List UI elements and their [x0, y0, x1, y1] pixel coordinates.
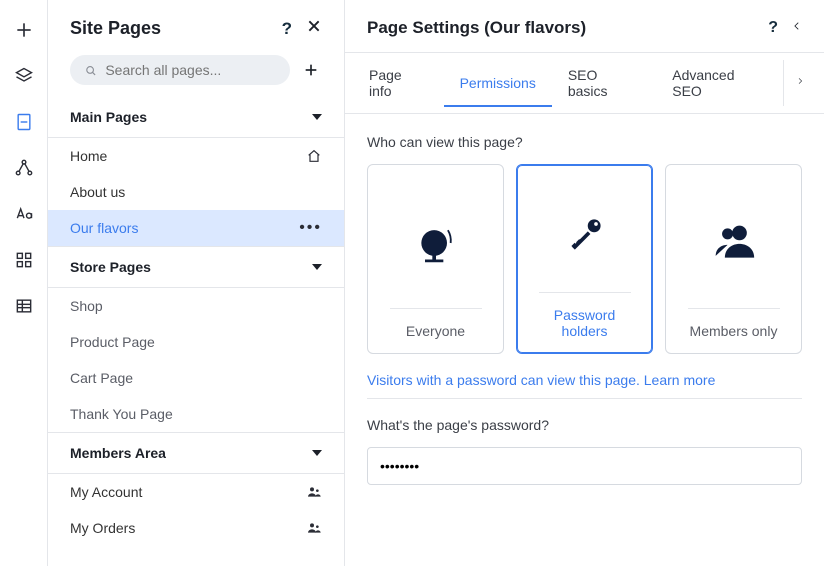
tool-rail — [0, 0, 48, 566]
page-item-product[interactable]: Product Page — [48, 324, 344, 360]
option-label: Everyone — [390, 308, 482, 339]
members-icon — [306, 520, 322, 536]
kebab-icon[interactable]: ••• — [299, 220, 322, 236]
option-label: Members only — [688, 308, 780, 339]
page-item-shop[interactable]: Shop — [48, 288, 344, 324]
page-settings-panel: Page Settings (Our flavors) ? Page info … — [344, 0, 824, 566]
search-input-wrap[interactable] — [70, 55, 290, 85]
divider — [367, 398, 802, 399]
section-store-pages[interactable]: Store Pages — [48, 246, 344, 288]
apps-icon[interactable] — [12, 248, 36, 272]
page-label: About us — [70, 184, 125, 200]
page-label: My Account — [70, 484, 142, 500]
caret-down-icon — [312, 450, 322, 456]
permission-description: Visitors with a password can view this p… — [367, 372, 802, 388]
password-question-label: What's the page's password? — [367, 417, 802, 433]
page-label: Our flavors — [70, 220, 138, 236]
home-icon — [306, 148, 322, 164]
connections-icon[interactable] — [12, 156, 36, 180]
page-settings-title: Page Settings (Our flavors) — [367, 18, 586, 38]
tab-permissions[interactable]: Permissions — [444, 61, 552, 107]
page-label: Cart Page — [70, 370, 133, 386]
help-icon[interactable]: ? — [282, 19, 292, 39]
globe-icon — [414, 177, 458, 308]
members-silhouette-icon — [712, 177, 756, 308]
page-item-thankyou[interactable]: Thank You Page — [48, 396, 344, 432]
caret-down-icon — [312, 264, 322, 270]
option-label: Password holders — [539, 292, 631, 339]
permission-options: Everyone Password holders Members only — [367, 164, 802, 354]
page-item-my-orders[interactable]: My Orders — [48, 510, 344, 546]
page-label: Thank You Page — [70, 406, 173, 422]
add-page-button[interactable] — [300, 59, 322, 81]
site-pages-panel: Site Pages ? Main Pages Home — [48, 0, 344, 566]
section-main-pages[interactable]: Main Pages — [48, 97, 344, 138]
learn-more-link[interactable]: Learn more — [644, 372, 716, 388]
members-icon — [306, 484, 322, 500]
section-members-area[interactable]: Members Area — [48, 432, 344, 474]
option-password-holders[interactable]: Password holders — [516, 164, 653, 354]
page-label: Product Page — [70, 334, 155, 350]
typography-icon[interactable] — [12, 202, 36, 226]
search-input[interactable] — [105, 62, 276, 78]
settings-tabs: Page info Permissions SEO basics Advance… — [345, 52, 824, 114]
collapse-panel-icon[interactable] — [792, 19, 802, 38]
page-icon[interactable] — [12, 110, 36, 134]
page-item-about[interactable]: About us — [48, 174, 344, 210]
tab-advanced-seo[interactable]: Advanced SEO — [656, 53, 783, 113]
who-can-view-label: Who can view this page? — [367, 134, 802, 150]
tab-page-info[interactable]: Page info — [353, 53, 444, 113]
page-password-input[interactable] — [367, 447, 802, 485]
option-members-only[interactable]: Members only — [665, 164, 802, 354]
page-label: Shop — [70, 298, 103, 314]
section-label: Members Area — [70, 445, 166, 461]
section-label: Main Pages — [70, 109, 147, 125]
help-icon[interactable]: ? — [768, 19, 778, 37]
page-item-our-flavors[interactable]: Our flavors ••• — [48, 210, 344, 246]
section-label: Store Pages — [70, 259, 151, 275]
site-pages-title: Site Pages — [70, 18, 161, 39]
page-item-my-account[interactable]: My Account — [48, 474, 344, 510]
close-icon[interactable] — [306, 18, 322, 39]
tabs-scroll-right[interactable] — [783, 60, 816, 106]
page-item-home[interactable]: Home — [48, 138, 344, 174]
key-icon — [563, 177, 607, 292]
page-item-cart[interactable]: Cart Page — [48, 360, 344, 396]
page-label: Home — [70, 148, 107, 164]
page-label: My Orders — [70, 520, 135, 536]
option-everyone[interactable]: Everyone — [367, 164, 504, 354]
tab-seo-basics[interactable]: SEO basics — [552, 53, 656, 113]
plus-icon[interactable] — [12, 18, 36, 42]
layers-icon[interactable] — [12, 64, 36, 88]
data-icon[interactable] — [12, 294, 36, 318]
caret-down-icon — [312, 114, 322, 120]
search-icon — [84, 63, 97, 78]
